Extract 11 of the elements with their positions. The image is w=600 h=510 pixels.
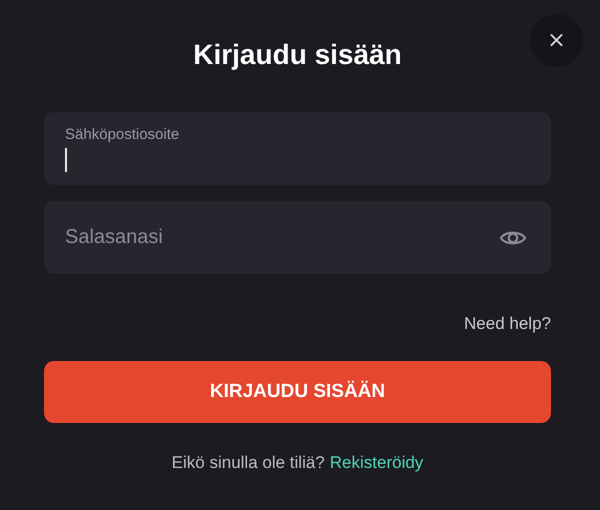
field-placeholder: Salasanasi [65,226,164,249]
dialog-title: Kirjaudu sisään [192,38,403,72]
help-link[interactable]: Need help? [464,314,551,334]
password-field[interactable]: Salasanasi [44,201,551,274]
text-cursor [65,148,67,172]
signup-prompt: Eikö sinulla ole tiliä? [172,453,325,473]
field-label: Sähköpostiosoite [65,126,180,142]
login-button[interactable]: KIRJAUDU SISÄÄN [44,361,551,423]
close-button[interactable]: × [530,14,583,67]
email-field[interactable]: Sähköpostiosoite [44,112,551,185]
register-link[interactable]: Rekisteröidy [330,453,424,473]
